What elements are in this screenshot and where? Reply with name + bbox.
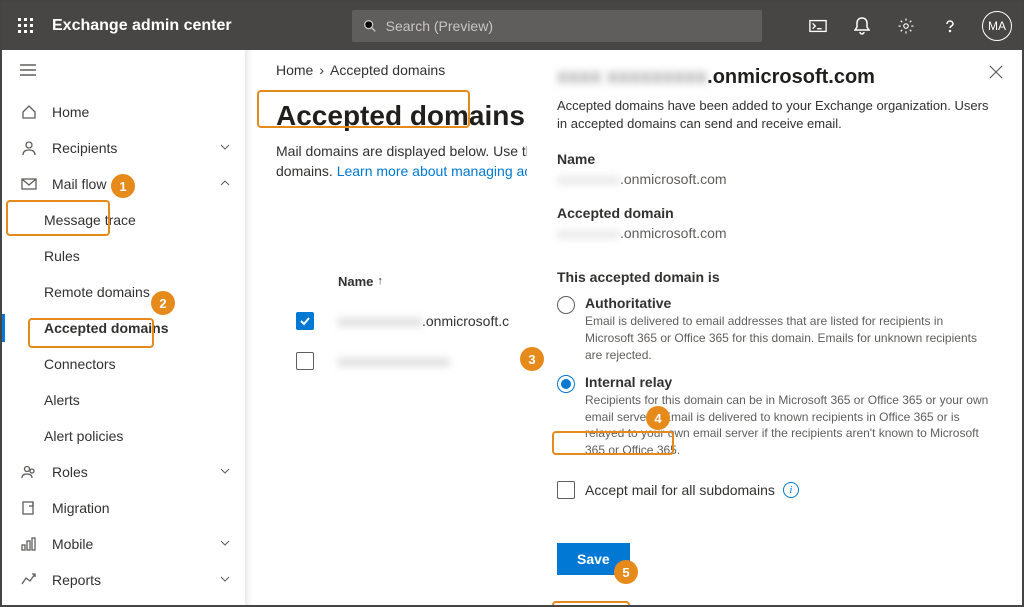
callout-5: 5 bbox=[614, 560, 638, 584]
chevron-down-icon bbox=[219, 572, 231, 588]
app-title: Exchange admin center bbox=[52, 17, 232, 35]
chevron-up-icon bbox=[219, 176, 231, 192]
row-checkbox[interactable] bbox=[296, 312, 314, 330]
search-box[interactable] bbox=[352, 10, 762, 42]
reports-icon bbox=[20, 572, 38, 588]
domain-type-label: This accepted domain is bbox=[557, 269, 992, 285]
nav-insights[interactable]: Insights bbox=[2, 598, 245, 605]
callout-1: 1 bbox=[111, 174, 135, 198]
mail-icon bbox=[20, 178, 38, 190]
nav-mobile[interactable]: Mobile bbox=[2, 526, 245, 562]
radio-icon bbox=[557, 296, 575, 314]
settings-icon[interactable] bbox=[884, 2, 928, 50]
nav-label: Roles bbox=[52, 464, 88, 480]
nav-remote-domains[interactable]: Remote domains bbox=[2, 274, 245, 310]
nav-reports[interactable]: Reports bbox=[2, 562, 245, 598]
user-icon bbox=[20, 140, 38, 156]
close-button[interactable] bbox=[988, 64, 1004, 85]
checkbox-icon bbox=[557, 481, 575, 499]
sort-asc-icon: ↑ bbox=[377, 275, 383, 287]
column-name[interactable]: Name bbox=[338, 274, 373, 289]
nav-home[interactable]: Home bbox=[2, 94, 245, 130]
nav-label: Migration bbox=[52, 500, 110, 516]
nav-message-trace[interactable]: Message trace bbox=[2, 202, 245, 238]
nav-label: Mobile bbox=[52, 536, 93, 552]
panel-title: xxxx xxxxxxxxx.onmicrosoft.com bbox=[557, 66, 992, 89]
home-icon bbox=[20, 104, 38, 120]
cloud-shell-icon[interactable] bbox=[796, 2, 840, 50]
learn-more-link[interactable]: Learn more about managing ac bbox=[337, 163, 532, 179]
breadcrumb-current: Accepted domains bbox=[330, 62, 445, 78]
nav-roles[interactable]: Roles bbox=[2, 454, 245, 490]
help-icon[interactable] bbox=[928, 2, 972, 50]
nav-migration[interactable]: Migration bbox=[2, 490, 245, 526]
chevron-down-icon bbox=[219, 536, 231, 552]
radio-authoritative[interactable]: Authoritative Email is delivered to emai… bbox=[557, 295, 992, 363]
name-value: xxxxxxxxx.onmicrosoft.com bbox=[557, 171, 992, 187]
nav-label: Remote domains bbox=[44, 284, 150, 300]
nav-label: Connectors bbox=[44, 356, 116, 372]
name-label: Name bbox=[557, 151, 992, 167]
nav-connectors[interactable]: Connectors bbox=[2, 346, 245, 382]
mobile-icon bbox=[20, 536, 38, 552]
info-icon[interactable]: i bbox=[783, 482, 799, 498]
accept-subdomains-checkbox[interactable]: Accept mail for all subdomains i bbox=[557, 481, 992, 499]
nav-toggle[interactable] bbox=[20, 63, 36, 81]
nav-label: Alert policies bbox=[44, 428, 123, 444]
nav-label: Recipients bbox=[52, 140, 117, 156]
nav-label: Rules bbox=[44, 248, 80, 264]
chevron-right-icon: › bbox=[319, 62, 324, 78]
roles-icon bbox=[20, 464, 38, 480]
callout-4: 4 bbox=[646, 406, 670, 430]
breadcrumb-home[interactable]: Home bbox=[276, 62, 313, 78]
radio-icon bbox=[557, 375, 575, 393]
nav-label: Alerts bbox=[44, 392, 80, 408]
avatar[interactable]: MA bbox=[982, 11, 1012, 41]
nav-alerts[interactable]: Alerts bbox=[2, 382, 245, 418]
panel-intro: Accepted domains have been added to your… bbox=[557, 97, 992, 133]
migration-icon bbox=[20, 500, 38, 516]
nav-alert-policies[interactable]: Alert policies bbox=[2, 418, 245, 454]
row-checkbox[interactable] bbox=[296, 352, 314, 370]
chevron-down-icon bbox=[219, 464, 231, 480]
notifications-icon[interactable] bbox=[840, 2, 884, 50]
radio-internal-relay[interactable]: Internal relay Recipients for this domai… bbox=[557, 374, 992, 459]
callout-2: 2 bbox=[151, 291, 175, 315]
search-input[interactable] bbox=[386, 18, 752, 34]
nav-rules[interactable]: Rules bbox=[2, 238, 245, 274]
accepted-domain-value: xxxxxxxxx.onmicrosoft.com bbox=[557, 225, 992, 241]
app-launcher[interactable] bbox=[2, 2, 50, 50]
chevron-down-icon bbox=[219, 140, 231, 156]
nav-label: Accepted domains bbox=[44, 320, 168, 336]
accepted-domain-label: Accepted domain bbox=[557, 205, 992, 221]
nav-label: Home bbox=[52, 104, 89, 120]
nav-label: Message trace bbox=[44, 212, 136, 228]
nav-label: Reports bbox=[52, 572, 101, 588]
nav-label: Mail flow bbox=[52, 176, 106, 192]
nav-recipients[interactable]: Recipients bbox=[2, 130, 245, 166]
nav-accepted-domains[interactable]: Accepted domains bbox=[2, 310, 245, 346]
callout-3: 3 bbox=[520, 347, 544, 371]
